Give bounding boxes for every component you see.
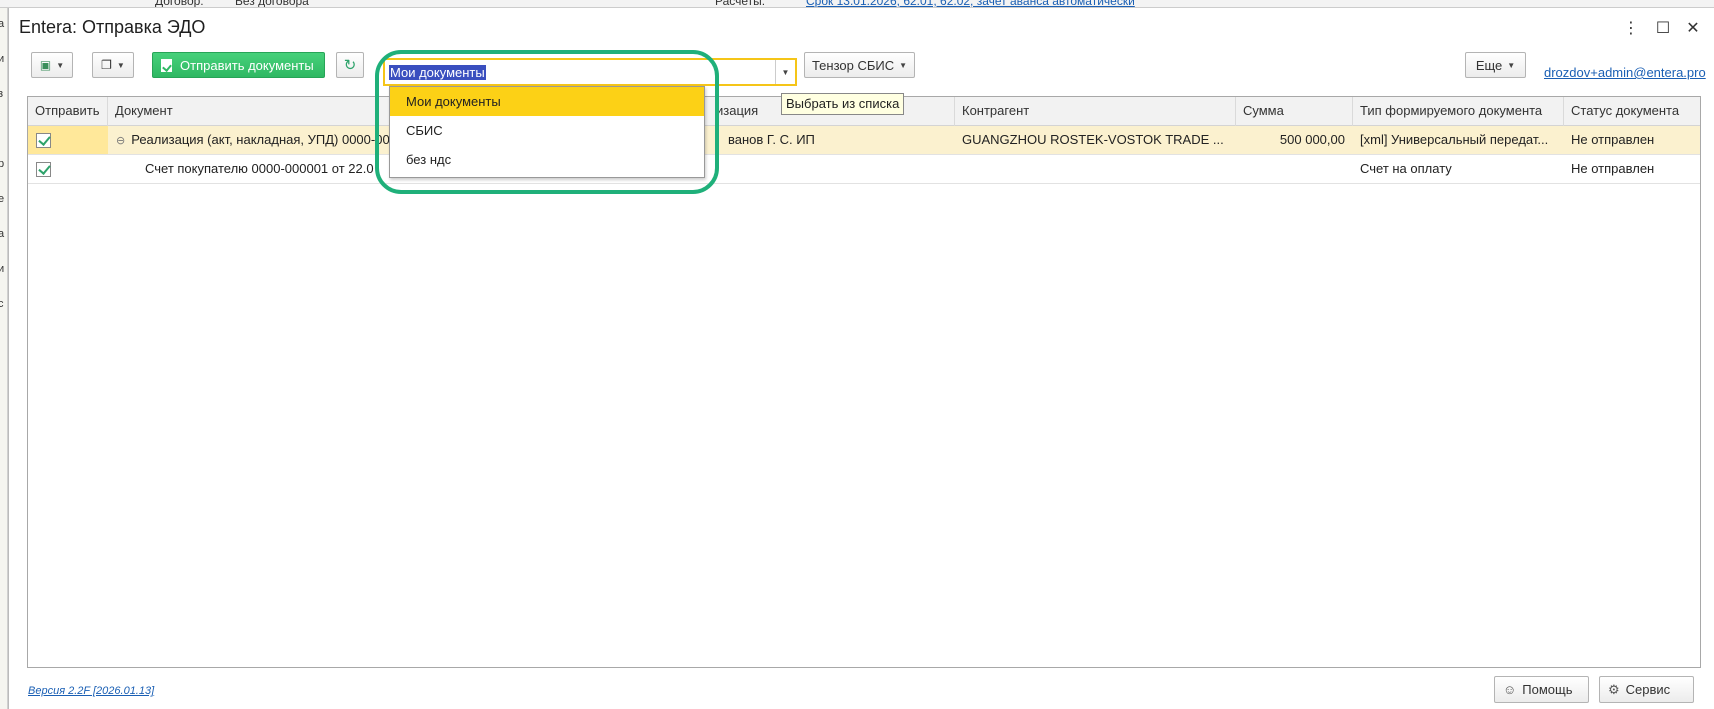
operator-select-button[interactable]: Тензор СБИС ▼ [804,52,915,78]
column-header-doc-type[interactable]: Тип формируемого документа [1353,97,1564,126]
send-cell [28,155,108,183]
organization-cell [688,155,955,183]
service-label: Сервис [1625,682,1671,697]
more-options-icon[interactable]: ⋮ [1622,18,1640,38]
organization-cell: ванов Г. С. ИП [728,132,815,147]
check-all-menu-button[interactable]: ▣ ▼ [31,52,73,78]
version-link[interactable]: Версия 2.2F [2026.01.13] [28,685,154,697]
table-row[interactable]: Счет покупателю 0000-000001 от 22.0 Счет… [28,155,1700,184]
more-label: Еще [1475,57,1503,73]
copy-icon: ❐ [101,58,112,72]
send-checkbox[interactable] [36,162,51,177]
chevron-down-icon: ▼ [56,60,65,70]
dropdown-item-sbis[interactable]: СБИС [390,116,704,145]
background-window-header: Договор: Без договора Расчеты: Срок 13.0… [0,0,1714,8]
send-documents-label: Отправить документы [180,57,314,73]
combo-value[interactable]: Мои документы [389,65,486,80]
document-check-icon [161,58,172,72]
column-header-send[interactable]: Отправить [28,97,108,126]
close-icon[interactable]: ✕ [1684,18,1702,38]
bg-letter: а [0,228,4,240]
bg-letter: е [0,193,4,205]
documents-table: Отправить Документ изация Контрагент Сум… [27,96,1701,668]
counterparty-cell: GUANGZHOU ROSTEK-VOSTOK TRADE ... [962,132,1224,147]
edo-send-window: Entera: Отправка ЭДО ⋮ ☐ ✕ ▣ ▼ ❐ ▼ Отправи… [8,8,1714,709]
combo-dropdown-button[interactable]: ▼ [775,60,795,84]
bg-letter: и [0,263,4,275]
send-cell [28,126,108,154]
choose-from-list-tooltip: Выбрать из списка [781,93,905,115]
amount-cell: 500 000,00 [1279,132,1345,147]
column-header-amount[interactable]: Сумма [1236,97,1353,126]
doc-type-cell: Счет на оплату [1360,161,1452,176]
service-button[interactable]: ⚙ Сервис [1599,676,1694,703]
status-cell: Не отправлен [1571,161,1655,176]
window-title: Entera: Отправка ЭДО [19,17,206,37]
send-checkbox[interactable] [36,133,51,148]
status-cell: Не отправлен [1571,132,1655,147]
help-button[interactable]: ☺ Помощь [1494,676,1589,703]
amount-cell [1236,155,1353,183]
bg-letter: и [0,53,4,65]
column-header-status[interactable]: Статус документа [1564,97,1700,126]
bg-contract-label: Договор: [155,0,204,8]
counterparty-cell [955,155,1236,183]
refresh-button[interactable]: ↻ [336,52,364,78]
bg-contract-value: Без договора [235,0,309,8]
bg-letter: з [0,88,3,100]
chevron-down-icon: ▼ [899,60,908,70]
check-list-icon: ▣ [39,58,52,72]
document-filter-dropdown: Мои документы СБИС без ндс [389,86,705,178]
bg-settlements-label: Расчеты: [715,0,766,8]
dropdown-item-no-vat[interactable]: без ндс [390,145,704,174]
chevron-down-icon: ▼ [116,60,125,70]
copy-menu-button[interactable]: ❐ ▼ [92,52,134,78]
user-account-link[interactable]: drozdov+admin@entera.pro [1544,65,1706,80]
table-row[interactable]: ⊖ Реализация (акт, накладная, УПД) 0000-0… [28,126,1700,155]
bg-letter: а [0,18,4,30]
more-button[interactable]: Еще ▼ [1465,52,1526,78]
chevron-down-icon: ▼ [781,67,790,77]
gear-icon: ⚙ [1608,681,1620,697]
document-filter-combo[interactable]: Мои документы ▼ [383,58,797,86]
dropdown-item-my-documents[interactable]: Мои документы [390,87,704,116]
column-header-counterparty[interactable]: Контрагент [955,97,1236,126]
bg-letter: с [0,298,4,310]
chevron-down-icon: ▼ [1507,60,1516,70]
maximize-icon[interactable]: ☐ [1654,18,1672,38]
bg-letter: р [0,158,4,170]
help-user-icon: ☺ [1503,682,1517,697]
collapse-icon[interactable]: ⊖ [116,135,125,147]
operator-label: Тензор СБИС [811,57,895,73]
doc-type-cell: [xml] Универсальный передат... [1360,132,1549,147]
help-label: Помощь [1522,682,1573,697]
send-documents-button[interactable]: Отправить документы [152,52,325,78]
background-window-side: а и з р е а и с [0,8,8,709]
bg-settlements-link[interactable]: Срок 13.01.2026, 62.01, 62.02, зачет ава… [806,0,1135,7]
document-name: Реализация (акт, накладная, УПД) 0000-00 [131,132,390,147]
refresh-icon: ↻ [343,57,357,74]
